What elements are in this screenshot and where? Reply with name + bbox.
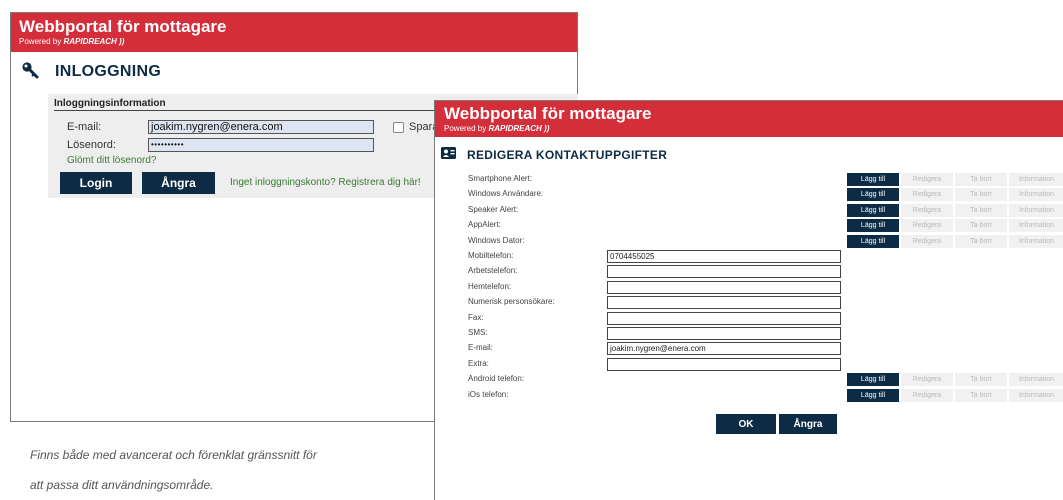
contact-row-label: Windows Användare: [468,189,544,199]
contact-row-label: E-mail: [468,343,493,353]
page-title: INLOGGNING [55,63,162,80]
contact-row-input[interactable] [607,296,841,310]
ok-button[interactable]: OK [716,414,776,434]
contact-row-label: Mobiltelefon: [468,251,514,260]
contact-window: Webbportal för mottagare Powered by RAPI… [434,100,1063,500]
contact-row-label: SMS: [468,328,488,337]
brand-logo: RAPIDREACH )) [488,124,550,133]
banner-title: Webbportal för mottagare [444,104,652,123]
contact-row: Extra: [435,357,1063,372]
delete-button[interactable]: Ta bort [955,219,1007,233]
forgot-password-link[interactable]: Glömt ditt lösenord? [67,155,157,166]
add-button[interactable]: Lägg till [847,173,899,186]
information-button[interactable]: Information [1009,188,1063,202]
delete-button[interactable]: Ta bort [955,188,1007,202]
powered-by-text: Powered by [19,37,62,46]
add-button[interactable]: Lägg till [847,234,899,248]
login-banner: Webbportal för mottagare Powered by RAPI… [11,13,577,52]
edit-button[interactable]: Redigera [901,373,953,387]
contact-row-input[interactable] [607,311,841,325]
login-button[interactable]: Login [60,172,132,194]
contact-row: Hemtelefon: [435,280,1063,295]
contact-row: Fax: [435,311,1063,326]
caption-line-1: Finns både med avancerat och förenklat g… [30,448,317,462]
information-button[interactable]: Information [1009,388,1063,402]
contact-row-label: Speaker Alert: [468,204,519,214]
delete-button[interactable]: Ta bort [955,388,1007,402]
save-email-checkbox[interactable] [393,122,404,133]
edit-button[interactable]: Redigera [901,188,953,202]
information-button[interactable]: Information [1009,219,1063,233]
contact-card-icon [441,146,456,164]
edit-button[interactable]: Redigera [901,173,953,186]
contact-row: Numerisk personsökare: [435,296,1063,310]
contact-row: iOs telefon: Lägg till Redigera Ta bort Info… [435,388,1063,403]
contact-row: Smartphone Alert: Lägg till Redigera Ta bor… [435,173,1063,187]
contact-row-input[interactable]: 0704455025 [607,250,841,263]
add-button[interactable]: Lägg till [847,188,899,202]
contact-row-label: Android telefon: [468,374,525,384]
edit-button[interactable]: Redigera [901,234,953,248]
contact-row-input[interactable]: joakim.nygren@enera.com [607,342,841,356]
contact-row: SMS: [435,327,1063,341]
edit-button[interactable]: Redigera [901,203,953,217]
add-button[interactable]: Lägg till [847,388,899,402]
information-button[interactable]: Information [1009,234,1063,248]
contact-row: Android telefon: Lägg till Redigera Ta bort… [435,373,1063,387]
contact-row-label: Extra: [468,358,489,368]
contact-row-input[interactable] [607,357,841,371]
information-button[interactable]: Information [1009,173,1063,186]
edit-button[interactable]: Redigera [901,388,953,402]
delete-button[interactable]: Ta bort [955,373,1007,387]
add-button[interactable]: Lägg till [847,373,899,387]
contact-row-input[interactable] [607,265,841,279]
contact-row-input[interactable] [607,280,841,294]
register-link[interactable]: Inget inloggningskonto? Registrera dig h… [230,177,421,188]
add-button[interactable]: Lägg till [847,203,899,217]
contact-row: Speaker Alert: Lägg till Redigera Ta bort In… [435,203,1063,218]
contact-row-label: AppAlert: [468,220,501,230]
powered-by: Powered by RAPIDREACH )) [19,37,577,47]
contact-row: Mobiltelefon: 0704455025 [435,250,1063,264]
contact-row: E-mail: joakim.nygren@enera.com [435,342,1063,356]
information-button[interactable]: Information [1009,203,1063,217]
contact-row-input[interactable] [607,327,841,340]
powered-by-text: Powered by [444,124,487,133]
contact-banner: Webbportal för mottagare Powered by RAPI… [435,101,1063,137]
caption-line-2: att passa ditt användningsområde. [30,478,214,492]
add-button[interactable]: Lägg till [847,219,899,233]
contact-row-label: Windows Dator: [468,235,525,245]
contact-row-label: Smartphone Alert: [468,174,533,183]
contact-row-label: iOs telefon: [468,389,509,399]
brand-logo: RAPIDREACH )) [63,37,125,46]
contact-header: REDIGERA KONTAKTUPPGIFTER [435,142,1063,168]
edit-button[interactable]: Redigera [901,219,953,233]
powered-by: Powered by RAPIDREACH )) [444,124,1063,134]
banner-title: Webbportal för mottagare [19,17,227,36]
password-field[interactable]: •••••••••• [148,138,374,152]
delete-button[interactable]: Ta bort [955,203,1007,217]
contact-row-label: Fax: [468,312,484,322]
delete-button[interactable]: Ta bort [955,234,1007,248]
page-title: REDIGERA KONTAKTUPPGIFTER [467,148,668,162]
email-label: E-mail: [67,121,102,133]
contact-row-label: Hemtelefon: [468,281,512,291]
cancel-button[interactable]: Ångra [142,172,215,194]
key-icon [21,61,39,84]
cancel-button[interactable]: Ångra [779,414,837,434]
contact-row-label: Numerisk personsökare: [468,297,555,307]
email-field[interactable]: joakim.nygren@enera.com [148,120,374,134]
contact-row: Arbetstelefon: [435,265,1063,279]
login-header: INLOGGNING [11,52,577,92]
contact-row: AppAlert: Lägg till Redigera Ta bort Informa… [435,219,1063,233]
information-button[interactable]: Information [1009,373,1063,387]
contact-row: Windows Användare: Lägg till Redigera Ta bo… [435,188,1063,202]
password-label: Lösenord: [67,139,116,151]
delete-button[interactable]: Ta bort [955,173,1007,186]
contact-row: Windows Dator: Lägg till Redigera Ta bort In… [435,234,1063,249]
contact-row-label: Arbetstelefon: [468,266,518,276]
